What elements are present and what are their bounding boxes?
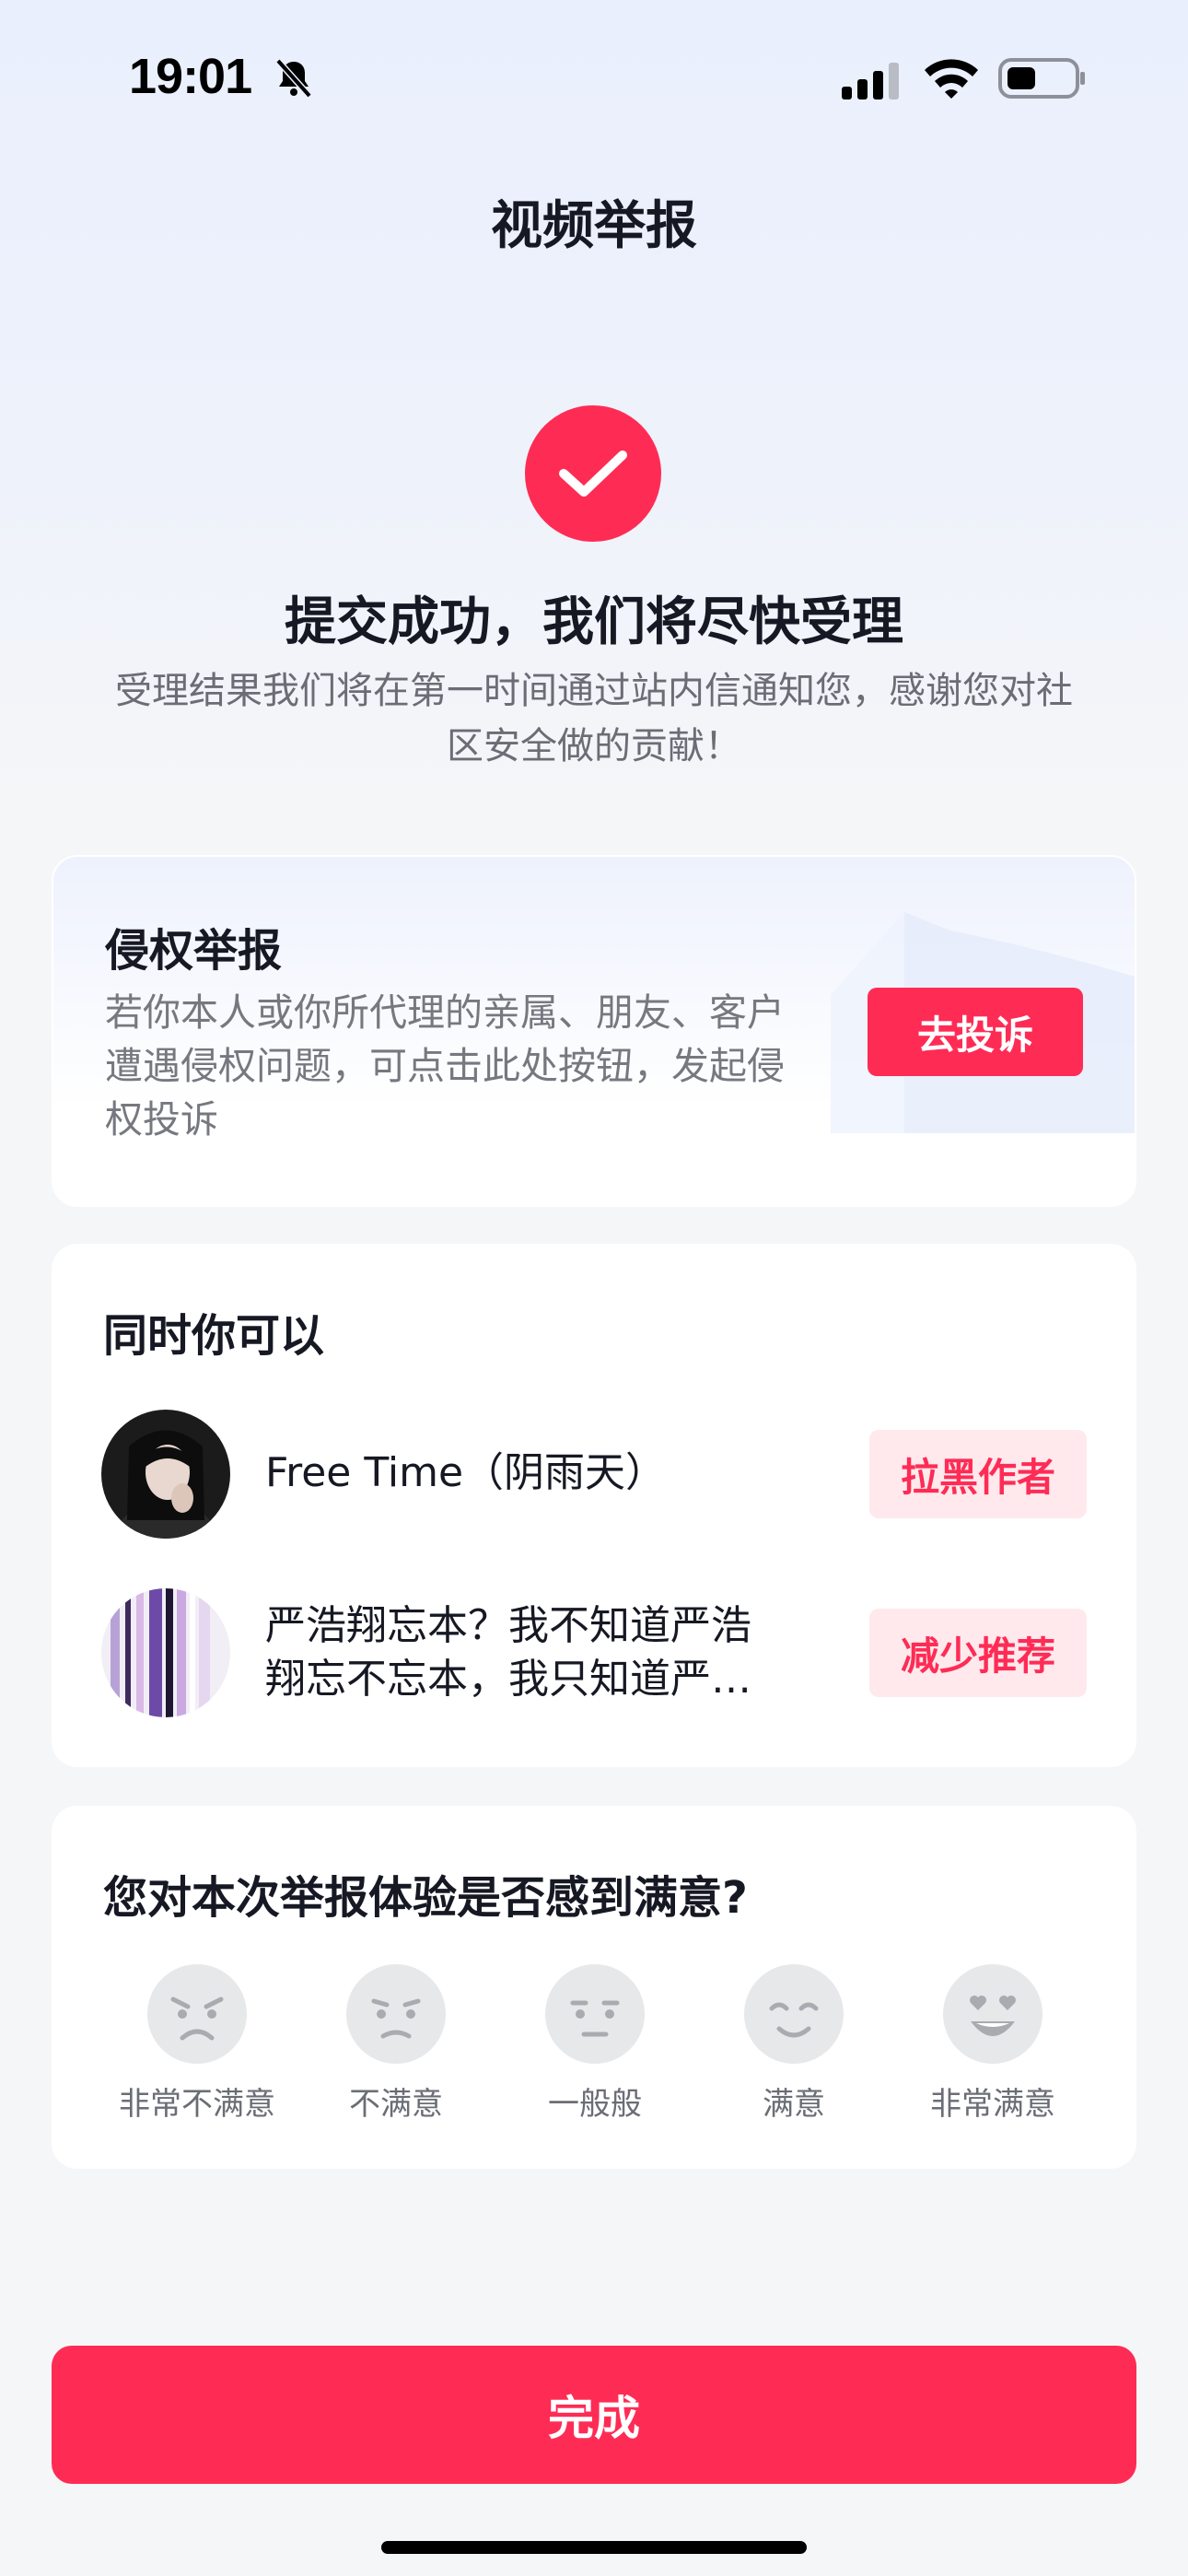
battery-icon bbox=[998, 58, 1085, 99]
wifi-icon bbox=[925, 59, 978, 99]
video-thumbnail bbox=[101, 1588, 230, 1717]
success-badge bbox=[525, 405, 661, 542]
rating-label: 满意 bbox=[763, 2086, 825, 2123]
also-you-can-card: 同时你可以 Free Time（阴雨天） 拉黑作者 严浩翔忘本？我不知道严浩 翔… bbox=[52, 1244, 1136, 1767]
bell-slash-icon bbox=[275, 58, 312, 99]
signal-icon bbox=[842, 63, 899, 100]
rating-label: 非常满意 bbox=[930, 2086, 1055, 2123]
success-description: 受理结果我们将在第一时间通过站内信通知您，感谢您对社区安全做的贡献！ bbox=[115, 670, 1073, 767]
status-bar: 19:01 bbox=[0, 0, 1188, 157]
author-avatar bbox=[101, 1410, 230, 1539]
checkmark-icon bbox=[559, 451, 627, 497]
status-time: 19:01 bbox=[129, 49, 252, 104]
infringement-report-card: 侵权举报 若你本人或你所代理的亲属、朋友、客户遭遇侵权问题，可点击此处按钮，发起… bbox=[52, 855, 1136, 1207]
also-you-can-title: 同时你可以 bbox=[103, 1310, 325, 1362]
video-title: 严浩翔忘本？我不知道严浩 翔忘不忘本，我只知道严… bbox=[265, 1599, 836, 1706]
rating-very-satisfied[interactable]: 非常满意 bbox=[891, 1962, 1094, 2124]
rating-label: 不满意 bbox=[349, 2086, 443, 2123]
infringement-description: 若你本人或你所代理的亲属、朋友、客户遭遇侵权问题，可点击此处按钮，发起侵权投诉 bbox=[105, 990, 785, 1142]
block-author-button[interactable]: 拉黑作者 bbox=[869, 1430, 1087, 1518]
rating-label: 一般般 bbox=[548, 2086, 642, 2123]
rating-neutral[interactable]: 一般般 bbox=[494, 1962, 696, 2124]
block-author-row: Free Time（阴雨天） 拉黑作者 bbox=[52, 1410, 1136, 1539]
rating-satisfied[interactable]: 满意 bbox=[693, 1962, 895, 2124]
neutral-face-icon bbox=[545, 1964, 645, 2064]
done-button[interactable]: 完成 bbox=[52, 2346, 1136, 2484]
reduce-recommend-button[interactable]: 减少推荐 bbox=[869, 1609, 1087, 1697]
very-satisfied-face-icon bbox=[943, 1964, 1042, 2064]
home-indicator[interactable] bbox=[381, 2541, 807, 2554]
rating-unsatisfied[interactable]: 不满意 bbox=[295, 1962, 497, 2124]
satisfaction-title: 您对本次举报体验是否感到满意? bbox=[103, 1872, 748, 1924]
very-unsatisfied-face-icon bbox=[147, 1964, 247, 2064]
reduce-recommend-row: 严浩翔忘本？我不知道严浩 翔忘不忘本，我只知道严… 减少推荐 bbox=[52, 1588, 1136, 1717]
success-title: 提交成功，我们将尽快受理 bbox=[285, 592, 903, 652]
video-title-line2: 翔忘不忘本，我只知道严… bbox=[265, 1656, 751, 1703]
page-title: 视频举报 bbox=[491, 196, 697, 256]
satisfied-face-icon bbox=[744, 1964, 844, 2064]
rating-very-unsatisfied[interactable]: 非常不满意 bbox=[96, 1962, 298, 2124]
author-name: Free Time（阴雨天） bbox=[265, 1449, 667, 1496]
infringement-title: 侵权举报 bbox=[105, 925, 283, 977]
video-title-line1: 严浩翔忘本？我不知道严浩 bbox=[265, 1602, 751, 1649]
rating-label: 非常不满意 bbox=[119, 2086, 275, 2123]
complain-button[interactable]: 去投诉 bbox=[868, 988, 1083, 1076]
unsatisfied-face-icon bbox=[346, 1964, 446, 2064]
satisfaction-card: 您对本次举报体验是否感到满意? 非常不满意 不满意 一般般 满意 非常满意 bbox=[52, 1806, 1136, 2169]
